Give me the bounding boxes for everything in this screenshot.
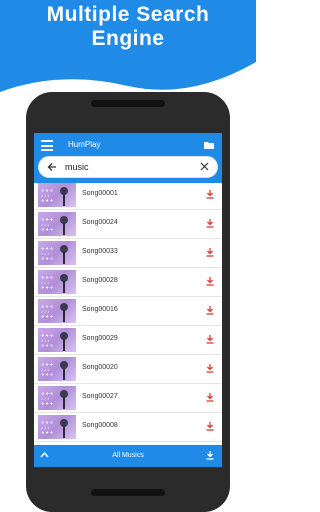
- song-thumbnail: ✦ ✦ ✦ ♪ ♪ ♪ ✦ ✦ ✦: [38, 357, 76, 381]
- download-icon[interactable]: [205, 334, 215, 344]
- download-icon[interactable]: [205, 363, 215, 373]
- song-thumbnail: ✦ ✦ ✦ ♪ ♪ ♪ ✦ ✦ ✦: [38, 270, 76, 294]
- song-title: Song00029: [82, 335, 118, 342]
- song-row[interactable]: ✦ ✦ ✦ ♪ ♪ ♪ ✦ ✦ ✦ Song00027: [34, 384, 222, 413]
- song-title: Song00027: [82, 393, 118, 400]
- song-thumbnail: ✦ ✦ ✦ ♪ ♪ ♪ ✦ ✦ ✦: [38, 386, 76, 410]
- song-title: Song00016: [82, 306, 118, 313]
- phone-bottom-bar: [91, 489, 165, 496]
- app-screen: HumPlay ✦ ✦ ✦♪ ♪ ♪✦ ✦ ✦Song00001✦ ✦ ✦♪ ♪…: [34, 133, 222, 467]
- all-musics-label[interactable]: All Musics: [34, 452, 222, 459]
- download-icon[interactable]: [205, 276, 215, 286]
- song-row[interactable]: ✦ ✦ ✦ ♪ ♪ ♪ ✦ ✦ ✦ Song00001: [34, 181, 222, 210]
- hero-title-line1: Multiple Search: [46, 3, 210, 26]
- hero-title-line2: Engine: [91, 27, 165, 50]
- download-all-icon[interactable]: [205, 450, 215, 460]
- download-icon[interactable]: [205, 305, 215, 315]
- song-thumbnail: ✦ ✦ ✦ ♪ ♪ ♪ ✦ ✦ ✦: [38, 299, 76, 323]
- folder-icon[interactable]: [204, 141, 214, 149]
- song-row[interactable]: ✦ ✦ ✦ ♪ ♪ ♪ ✦ ✦ ✦ Song00020: [34, 355, 222, 384]
- song-row[interactable]: ✦ ✦ ✦ ♪ ♪ ♪ ✦ ✦ ✦ Song00024: [34, 210, 222, 239]
- song-title: Song00008: [82, 422, 118, 429]
- song-row[interactable]: ✦ ✦ ✦ ♪ ♪ ♪ ✦ ✦ ✦ Song00033: [34, 239, 222, 268]
- song-row[interactable]: ✦ ✦ ✦ ♪ ♪ ♪ ✦ ✦ ✦ Song00028: [34, 268, 222, 297]
- song-thumbnail: ✦ ✦ ✦ ♪ ♪ ♪ ✦ ✦ ✦: [38, 328, 76, 352]
- download-icon[interactable]: [205, 218, 215, 228]
- song-row[interactable]: ✦ ✦ ✦ ♪ ♪ ♪ ✦ ✦ ✦ Song00016: [34, 297, 222, 326]
- song-title: Song00001: [82, 190, 118, 197]
- song-thumbnail: ✦ ✦ ✦ ♪ ♪ ♪ ✦ ✦ ✦: [38, 415, 76, 439]
- bottom-bar: All Musics: [34, 445, 222, 467]
- search-bar: [38, 156, 218, 178]
- download-icon[interactable]: [205, 392, 215, 402]
- download-icon[interactable]: [205, 189, 215, 199]
- song-row[interactable]: ✦ ✦ ✦ ♪ ♪ ♪ ✦ ✦ ✦ Song00008: [34, 413, 222, 442]
- song-list: ✦ ✦ ✦ ♪ ♪ ♪ ✦ ✦ ✦ Song00001 ✦ ✦ ✦ ♪ ♪ ♪ ✦ ✦ ✦ S…: [34, 181, 222, 442]
- menu-icon[interactable]: [41, 140, 53, 151]
- hero-banner: Multiple Search Engine: [0, 0, 256, 100]
- search-input[interactable]: [65, 160, 195, 174]
- phone-speaker: [91, 100, 165, 107]
- clear-icon[interactable]: [200, 162, 209, 171]
- song-title: Song00033: [82, 248, 118, 255]
- song-thumbnail: ✦ ✦ ✦ ♪ ♪ ♪ ✦ ✦ ✦: [38, 183, 76, 207]
- song-title: Song00024: [82, 219, 118, 226]
- song-title: Song00028: [82, 277, 118, 284]
- back-arrow-icon[interactable]: [47, 162, 57, 172]
- song-thumbnail: ✦ ✦ ✦ ♪ ♪ ♪ ✦ ✦ ✦: [38, 241, 76, 265]
- download-icon[interactable]: [205, 247, 215, 257]
- song-row[interactable]: ✦ ✦ ✦ ♪ ♪ ♪ ✦ ✦ ✦ Song00029: [34, 326, 222, 355]
- hero-title: Multiple Search Engine: [0, 3, 256, 51]
- app-title: HumPlay: [68, 140, 101, 149]
- download-icon[interactable]: [205, 421, 215, 431]
- song-title: Song00020: [82, 364, 118, 371]
- song-thumbnail: ✦ ✦ ✦ ♪ ♪ ♪ ✦ ✦ ✦: [38, 212, 76, 236]
